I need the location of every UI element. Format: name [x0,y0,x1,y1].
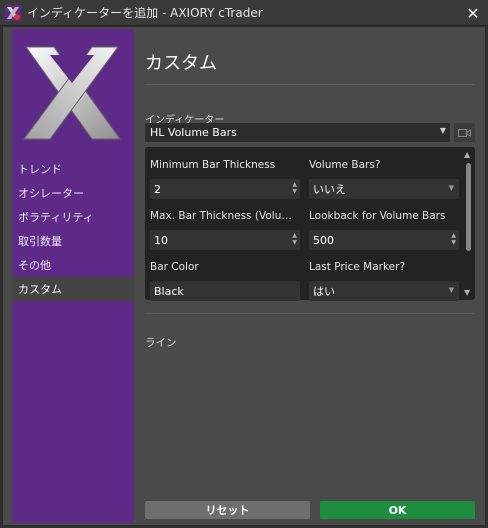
sidebar-item-volatility[interactable]: ボラティリティ [12,205,134,229]
last-price-marker-select[interactable]: はい ▼ [309,281,459,301]
param-value: 500 [313,233,334,247]
parameters-scrollbar[interactable]: ▲ ▼ [463,147,474,300]
scroll-down-icon[interactable]: ▼ [464,288,470,297]
dialog-body: トレンド オシレーター ボラティリティ 取引数量 その他 カスタム カスタム イ… [3,27,485,525]
lookback-stepper[interactable]: 500 ▲ ▼ [309,230,459,250]
param-label: Lookback for Volume Bars [309,210,446,222]
sidebar-item-oscillator[interactable]: オシレーター [12,181,134,205]
scrollbar-thumb[interactable] [466,163,471,251]
scroll-up-icon[interactable]: ▲ [464,150,470,159]
param-label: Last Price Marker? [309,261,406,273]
param-value: いいえ [313,183,346,196]
spin-arrows-icon[interactable]: ▲ ▼ [292,232,297,246]
param-label: Volume Bars? [309,159,381,171]
page-title: カスタム [145,53,217,74]
divider [145,84,474,85]
app-icon [5,4,21,21]
param-minimum-bar-thickness: Minimum Bar Thickness 2 ▲ ▼ [150,159,300,199]
param-value: はい [313,285,335,298]
parameters-panel: Minimum Bar Thickness 2 ▲ ▼ Volume Bars? … [145,147,475,301]
param-lookback: Lookback for Volume Bars 500 ▲ ▼ [309,210,459,250]
title-bar: インディケーターを追加 - AXIORY cTrader ✕ [0,0,488,26]
max-bar-thickness-stepper[interactable]: 10 ▲ ▼ [150,230,300,250]
param-volume-bars: Volume Bars? いいえ ▼ [309,159,459,199]
divider [145,313,474,314]
bar-color-field[interactable]: Black [150,281,300,301]
close-icon: ✕ [466,3,480,23]
spin-arrows-icon[interactable]: ▲ ▼ [292,181,297,195]
param-value: 2 [154,182,161,196]
close-button[interactable]: ✕ [458,0,488,26]
axiory-logo-icon [20,43,124,143]
chevron-down-icon: ▼ [439,126,446,135]
chevron-down-icon: ▼ [448,286,454,294]
chevron-down-icon: ▼ [448,184,454,192]
param-label: Minimum Bar Thickness [150,159,276,171]
sidebar-item-custom[interactable]: カスタム [12,277,134,301]
param-last-price-marker: Last Price Marker? はい ▼ [309,261,459,301]
camera-icon [458,128,471,137]
param-value: Black [154,284,184,298]
minimum-bar-thickness-stepper[interactable]: 2 ▲ ▼ [150,179,300,199]
main-panel: カスタム インディケーター HL Volume Bars ▼ Minimum B… [145,29,479,523]
ok-button[interactable]: OK [320,501,475,519]
param-max-bar-thickness: Max. Bar Thickness (Volume Bars) 10 ▲▼ [150,210,300,250]
indicator-select[interactable]: HL Volume Bars ▼ [145,123,450,142]
param-label: Max. Bar Thickness (Volume Bars) [150,210,300,222]
window-title: インディケーターを追加 - AXIORY cTrader [27,6,263,20]
line-section-label: ライン [145,337,177,349]
indicator-select-value: HL Volume Bars [150,126,237,139]
param-value: 10 [154,233,168,247]
sidebar-item-volume[interactable]: 取引数量 [12,229,134,253]
spin-arrows-icon[interactable]: ▲ ▼ [451,232,456,246]
sidebar-item-trend[interactable]: トレンド [12,157,134,181]
category-nav: トレンド オシレーター ボラティリティ 取引数量 その他 カスタム [12,157,134,301]
indicator-options-button[interactable] [454,123,475,142]
param-bar-color: Bar Color Black [150,261,300,301]
sidebar-item-other[interactable]: その他 [12,253,134,277]
reset-button[interactable]: リセット [145,501,310,519]
param-label: Bar Color [150,261,199,273]
sidebar: トレンド オシレーター ボラティリティ 取引数量 その他 カスタム [12,29,134,523]
volume-bars-select[interactable]: いいえ ▼ [309,179,459,199]
